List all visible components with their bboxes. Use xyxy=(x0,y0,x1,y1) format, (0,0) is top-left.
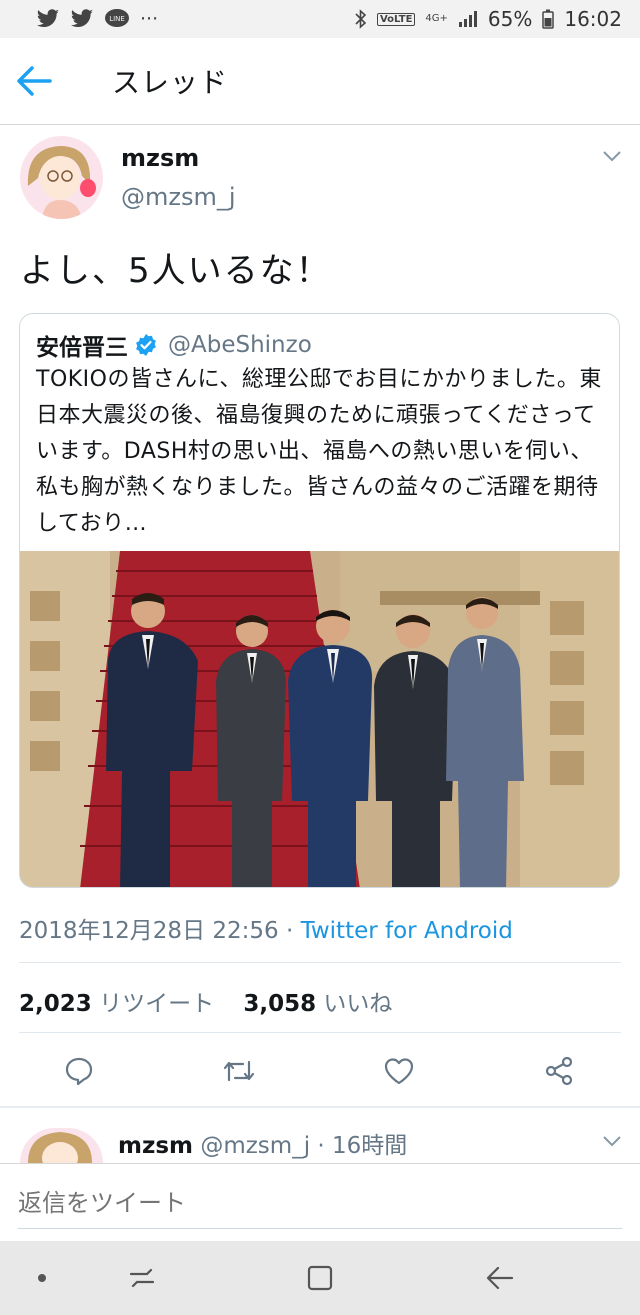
chevron-down-icon xyxy=(603,1136,621,1147)
likes-label: いいね xyxy=(323,991,393,1017)
signal-icon xyxy=(458,11,477,27)
avatar[interactable] xyxy=(20,136,103,219)
twitter-icon xyxy=(70,9,93,27)
back-nav-button[interactable] xyxy=(480,1258,520,1298)
tweet-date[interactable]: 2018年12月28日 22:56 xyxy=(19,918,279,944)
retweet-button[interactable] xyxy=(216,1048,262,1094)
tweet-menu-button[interactable] xyxy=(601,148,623,167)
line-icon: LINE xyxy=(105,9,129,27)
reply-time: · 16時間 xyxy=(317,1133,408,1159)
share-button[interactable] xyxy=(536,1048,582,1094)
recents-button[interactable] xyxy=(122,1258,162,1298)
heart-icon xyxy=(384,1058,414,1085)
anime-avatar-image xyxy=(20,1128,103,1163)
tweet-source-link[interactable]: Twitter for Android xyxy=(301,918,513,944)
battery-percent: 65% xyxy=(487,7,533,31)
android-nav-bar xyxy=(0,1241,640,1315)
bluetooth-icon xyxy=(355,9,367,29)
likes-stat[interactable]: 3,058 いいね xyxy=(243,991,392,1017)
tweet-meta: 2018年12月28日 22:56 · Twitter for Android xyxy=(19,911,513,945)
meta-separator: · xyxy=(278,918,301,944)
status-bar: LINE ··· VoLTE 4G+ 65% 16:02 xyxy=(0,0,640,38)
tweet-text: よし、5人いるな！ xyxy=(20,251,332,291)
more-dots-icon: ··· xyxy=(140,8,159,30)
share-icon xyxy=(545,1056,573,1086)
page-title: スレッド xyxy=(112,66,229,99)
app-bar: スレッド xyxy=(0,38,640,125)
quoted-author-name: 安倍晋三 xyxy=(36,335,128,361)
chevron-down-icon xyxy=(603,151,621,162)
verified-badge-icon xyxy=(136,334,156,356)
back-arrow-icon xyxy=(486,1266,514,1290)
line-label: LINE xyxy=(109,15,125,23)
status-right: VoLTE 4G+ 65% 16:02 xyxy=(355,7,622,31)
twitter-icon xyxy=(36,9,59,27)
tweet-actions xyxy=(0,1048,640,1094)
assistant-dot-button[interactable] xyxy=(22,1258,62,1298)
reply-author-handle: @mzsm_j xyxy=(200,1133,311,1159)
battery-icon xyxy=(542,9,555,29)
reply-author-name: mzsm xyxy=(118,1133,194,1159)
recents-icon xyxy=(129,1268,155,1288)
reply-compose-bar xyxy=(0,1163,640,1242)
back-button[interactable] xyxy=(16,38,86,124)
reply-icon xyxy=(65,1057,93,1086)
reply-button[interactable] xyxy=(56,1048,102,1094)
quoted-text: TOKIOの皆さんに、総理公邸でお目にかかりました。東日本大震災の後、福島復興の… xyxy=(36,367,602,536)
back-arrow-icon xyxy=(17,66,52,96)
author-name[interactable]: mzsm xyxy=(121,144,199,172)
quoted-photo[interactable] xyxy=(20,551,620,888)
clock: 16:02 xyxy=(564,7,622,31)
volte-badge: VoLTE xyxy=(376,12,416,26)
dot-icon xyxy=(38,1274,46,1282)
likes-count: 3,058 xyxy=(243,991,317,1017)
reply-header[interactable]: mzsm @mzsm_j · 16時間 xyxy=(118,1126,407,1160)
divider xyxy=(19,962,621,963)
network-type: 4G+ xyxy=(425,13,448,24)
retweets-stat[interactable]: 2,023 リツイート xyxy=(19,991,214,1017)
quoted-author-handle: @AbeShinzo xyxy=(168,332,312,358)
anime-avatar-image xyxy=(20,136,103,219)
tweet-stats: 2,023 リツイート 3,058 いいね xyxy=(19,984,392,1018)
status-left: LINE ··· xyxy=(36,8,158,30)
author-handle[interactable]: @mzsm_j xyxy=(121,183,236,211)
reply-input[interactable] xyxy=(18,1178,622,1229)
home-button[interactable] xyxy=(300,1258,340,1298)
section-separator xyxy=(0,1106,640,1108)
like-button[interactable] xyxy=(376,1048,422,1094)
reply-menu-button[interactable] xyxy=(601,1133,623,1152)
retweets-label: リツイート xyxy=(99,991,215,1017)
reply-avatar[interactable] xyxy=(20,1128,103,1163)
quoted-tweet[interactable]: 安倍晋三 @AbeShinzo TOKIOの皆さんに、総理公邸でお目にかかりまし… xyxy=(19,313,620,888)
home-square-icon xyxy=(307,1265,333,1291)
divider xyxy=(19,1032,621,1033)
quoted-header: 安倍晋三 @AbeShinzo xyxy=(36,328,312,362)
retweets-count: 2,023 xyxy=(19,991,92,1017)
retweet-icon xyxy=(223,1060,255,1082)
